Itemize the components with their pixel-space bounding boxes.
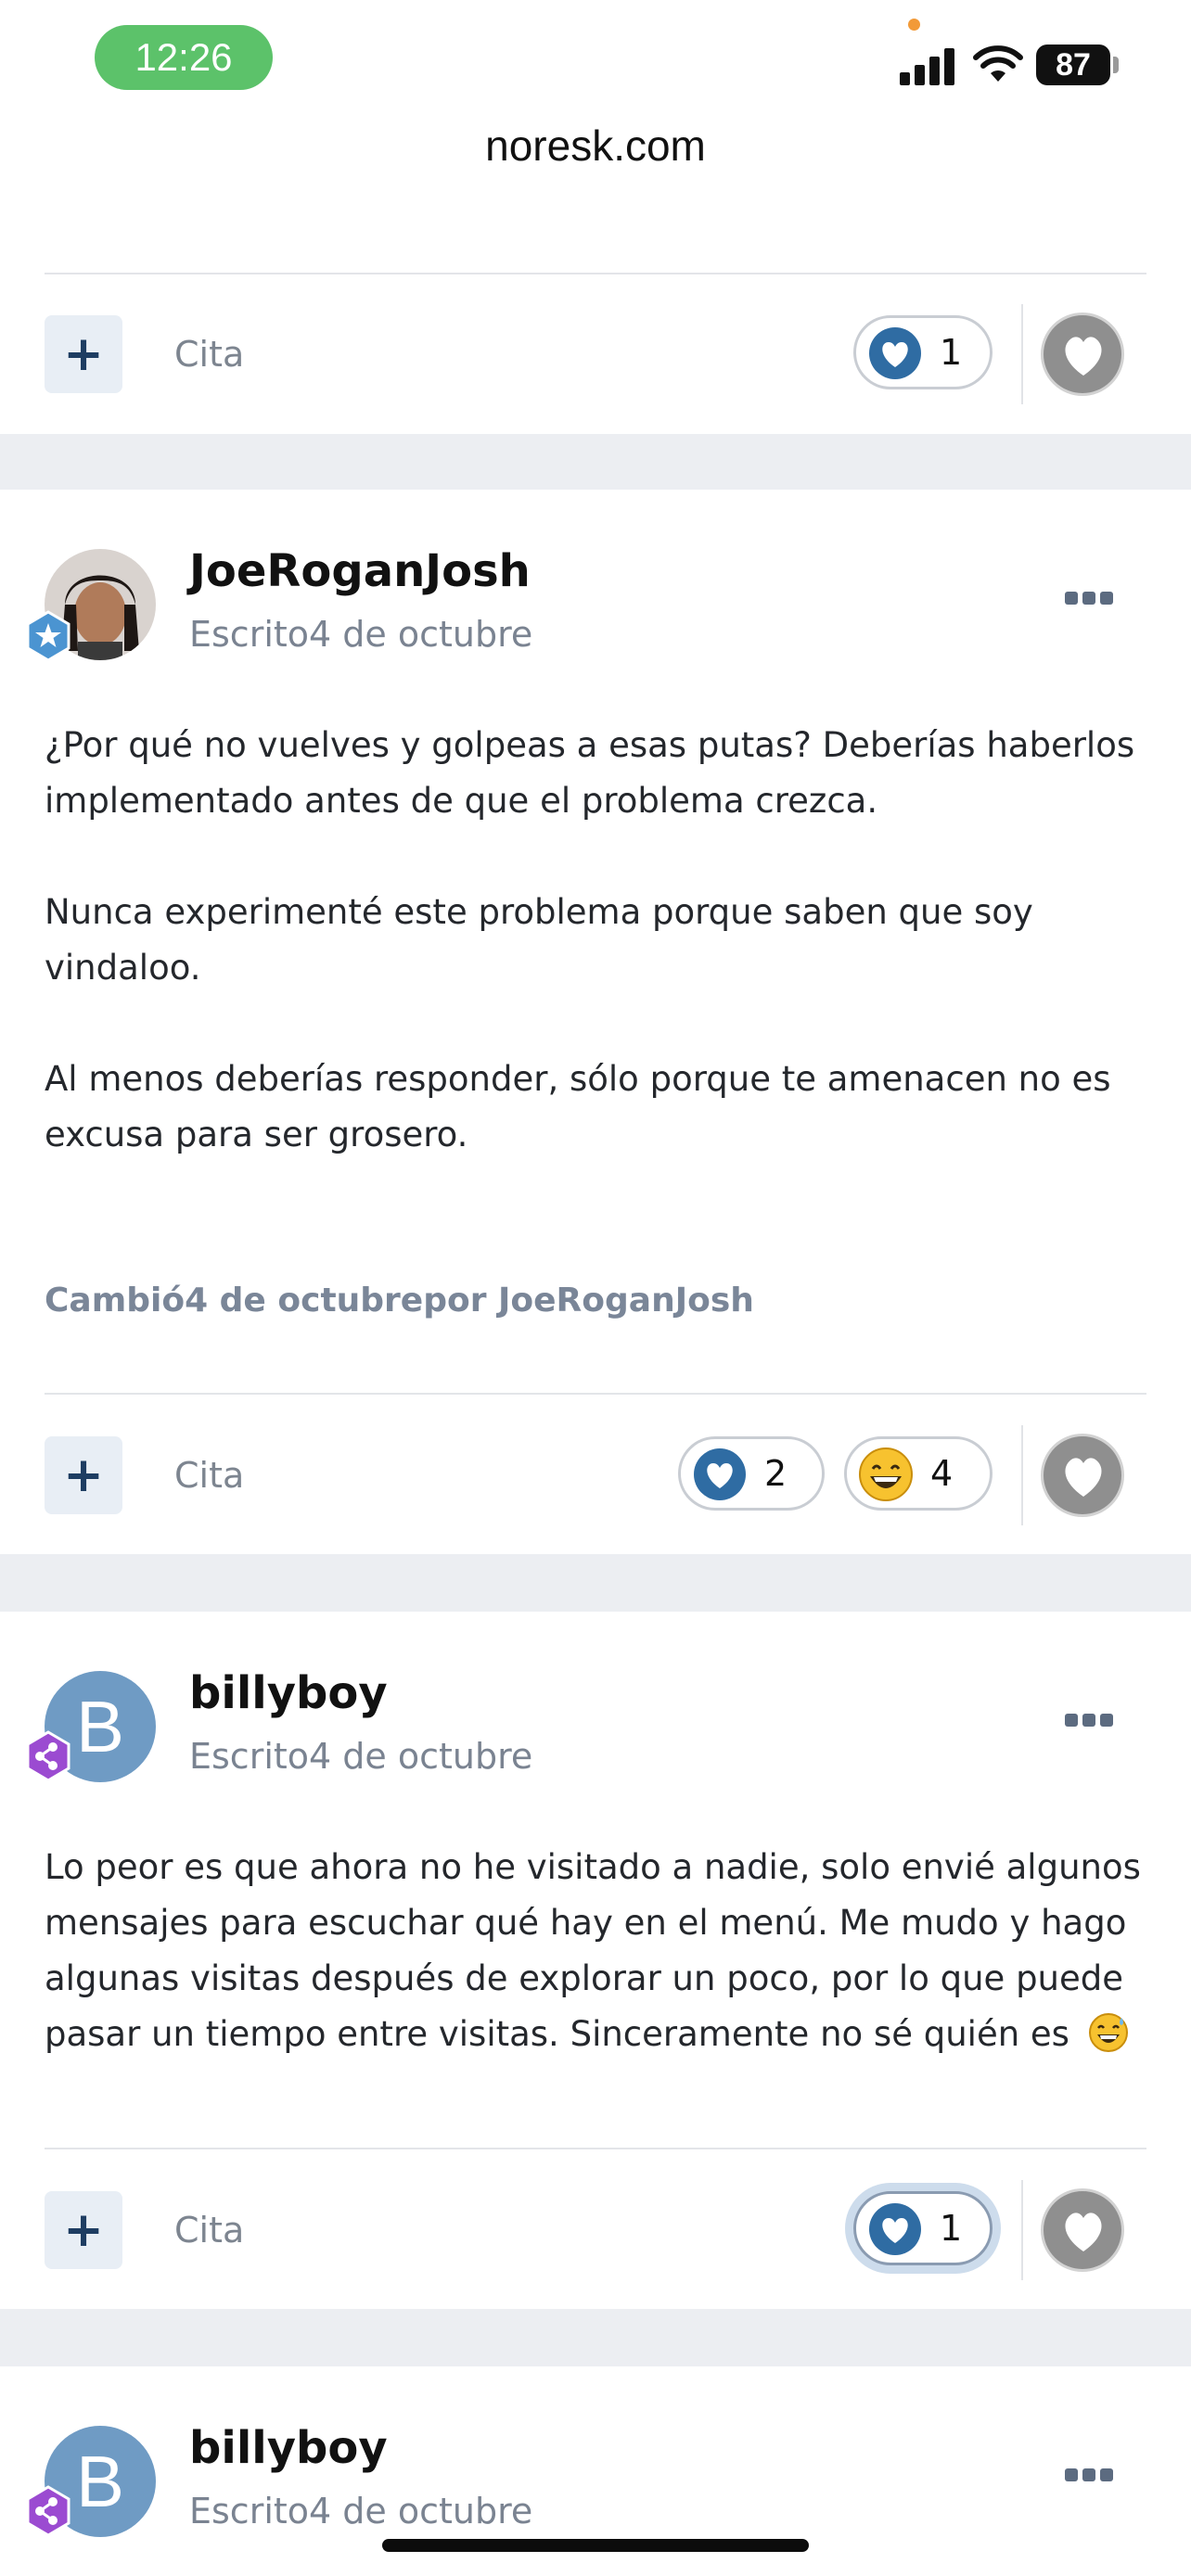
heart-icon <box>1065 2213 1102 2251</box>
quote-button[interactable]: Cita <box>174 1455 244 1496</box>
post-author[interactable]: billyboy <box>189 1667 388 1719</box>
post-date[interactable]: Escrito4 de octubre <box>189 2491 532 2531</box>
post-paragraph: Lo peor es que ahora no he visitado a na… <box>45 1847 1141 2054</box>
more-options-icon[interactable] <box>1065 1714 1113 1727</box>
post-card-joerogan: JoeRoganJosh Escrito4 de octubre ¿Por qu… <box>0 490 1191 1554</box>
post-content: Lo peor es que ahora no he visitado a na… <box>45 1840 1148 2062</box>
post-date[interactable]: Escrito4 de octubre <box>189 614 532 655</box>
post-paragraph: ¿Por qué no vuelves y golpeas a esas put… <box>45 725 1135 821</box>
share-badge-icon <box>26 2485 70 2537</box>
like-button[interactable] <box>1041 312 1124 396</box>
battery-tip <box>1113 57 1119 73</box>
post-paragraph: Al menos deberías responder, sólo porque… <box>45 1059 1111 1154</box>
cellular-signal-icon <box>900 46 955 85</box>
reaction-separator <box>1021 2180 1023 2280</box>
reaction-grin-button[interactable]: 4 <box>844 1436 992 1511</box>
privacy-indicator-dot <box>908 19 920 31</box>
reaction-heart-button[interactable]: 1 <box>853 315 992 389</box>
reaction-count: 4 <box>930 1453 954 1494</box>
heart-icon <box>1065 337 1102 376</box>
post-author[interactable]: billyboy <box>189 2422 388 2474</box>
quote-button[interactable]: Cita <box>174 334 244 375</box>
heart-icon <box>1065 1458 1102 1497</box>
post-divider <box>45 2148 1146 2149</box>
more-options-icon[interactable] <box>1065 592 1113 605</box>
reaction-count: 1 <box>940 332 963 373</box>
heart-reaction-icon <box>869 327 921 379</box>
post-divider <box>45 273 1146 274</box>
heart-reaction-icon <box>869 2203 921 2255</box>
multiquote-button[interactable]: + <box>45 2191 122 2269</box>
address-bar-url[interactable]: noresk.com <box>0 121 1191 171</box>
reaction-count: 2 <box>764 1453 788 1494</box>
star-badge-icon <box>26 610 70 662</box>
reaction-separator <box>1021 304 1023 404</box>
wifi-icon <box>973 45 1023 82</box>
more-options-icon[interactable] <box>1065 2468 1113 2481</box>
post-content: ¿Por qué no vuelves y golpeas a esas put… <box>45 718 1148 1163</box>
post-card-previous: + Cita 1 <box>0 202 1191 434</box>
post-date[interactable]: Escrito4 de octubre <box>189 1736 532 1777</box>
like-button[interactable] <box>1041 2188 1124 2272</box>
multiquote-button[interactable]: + <box>45 1436 122 1514</box>
share-badge-icon <box>26 1730 70 1782</box>
reaction-heart-button[interactable]: 1 <box>853 2191 992 2265</box>
browser-top-bar: 12:26 87 noresk.com <box>0 0 1191 204</box>
reaction-separator <box>1021 1425 1023 1525</box>
post-paragraph: Nunca experimenté este problema porque s… <box>45 892 1033 988</box>
quote-button[interactable]: Cita <box>174 2210 244 2251</box>
post-divider <box>45 1393 1146 1395</box>
multiquote-button[interactable]: + <box>45 315 122 393</box>
status-time: 12:26 <box>95 25 273 90</box>
battery-indicator: 87 <box>1036 45 1110 85</box>
grin-sweat-reaction-icon <box>859 1447 913 1501</box>
edited-note[interactable]: Cambió4 de octubrepor JoeRoganJosh <box>45 1282 754 1320</box>
grin-sweat-emoji-icon <box>1088 2013 1128 2052</box>
post-card-billyboy: B billyboy Escrito4 de octubre Lo peor e… <box>0 1612 1191 2309</box>
post-author[interactable]: JoeRoganJosh <box>189 545 531 597</box>
reaction-heart-button[interactable]: 2 <box>678 1436 825 1511</box>
like-button[interactable] <box>1041 1434 1124 1517</box>
heart-reaction-icon <box>694 1448 746 1500</box>
home-indicator[interactable] <box>382 2539 809 2552</box>
reaction-count: 1 <box>940 2208 963 2249</box>
